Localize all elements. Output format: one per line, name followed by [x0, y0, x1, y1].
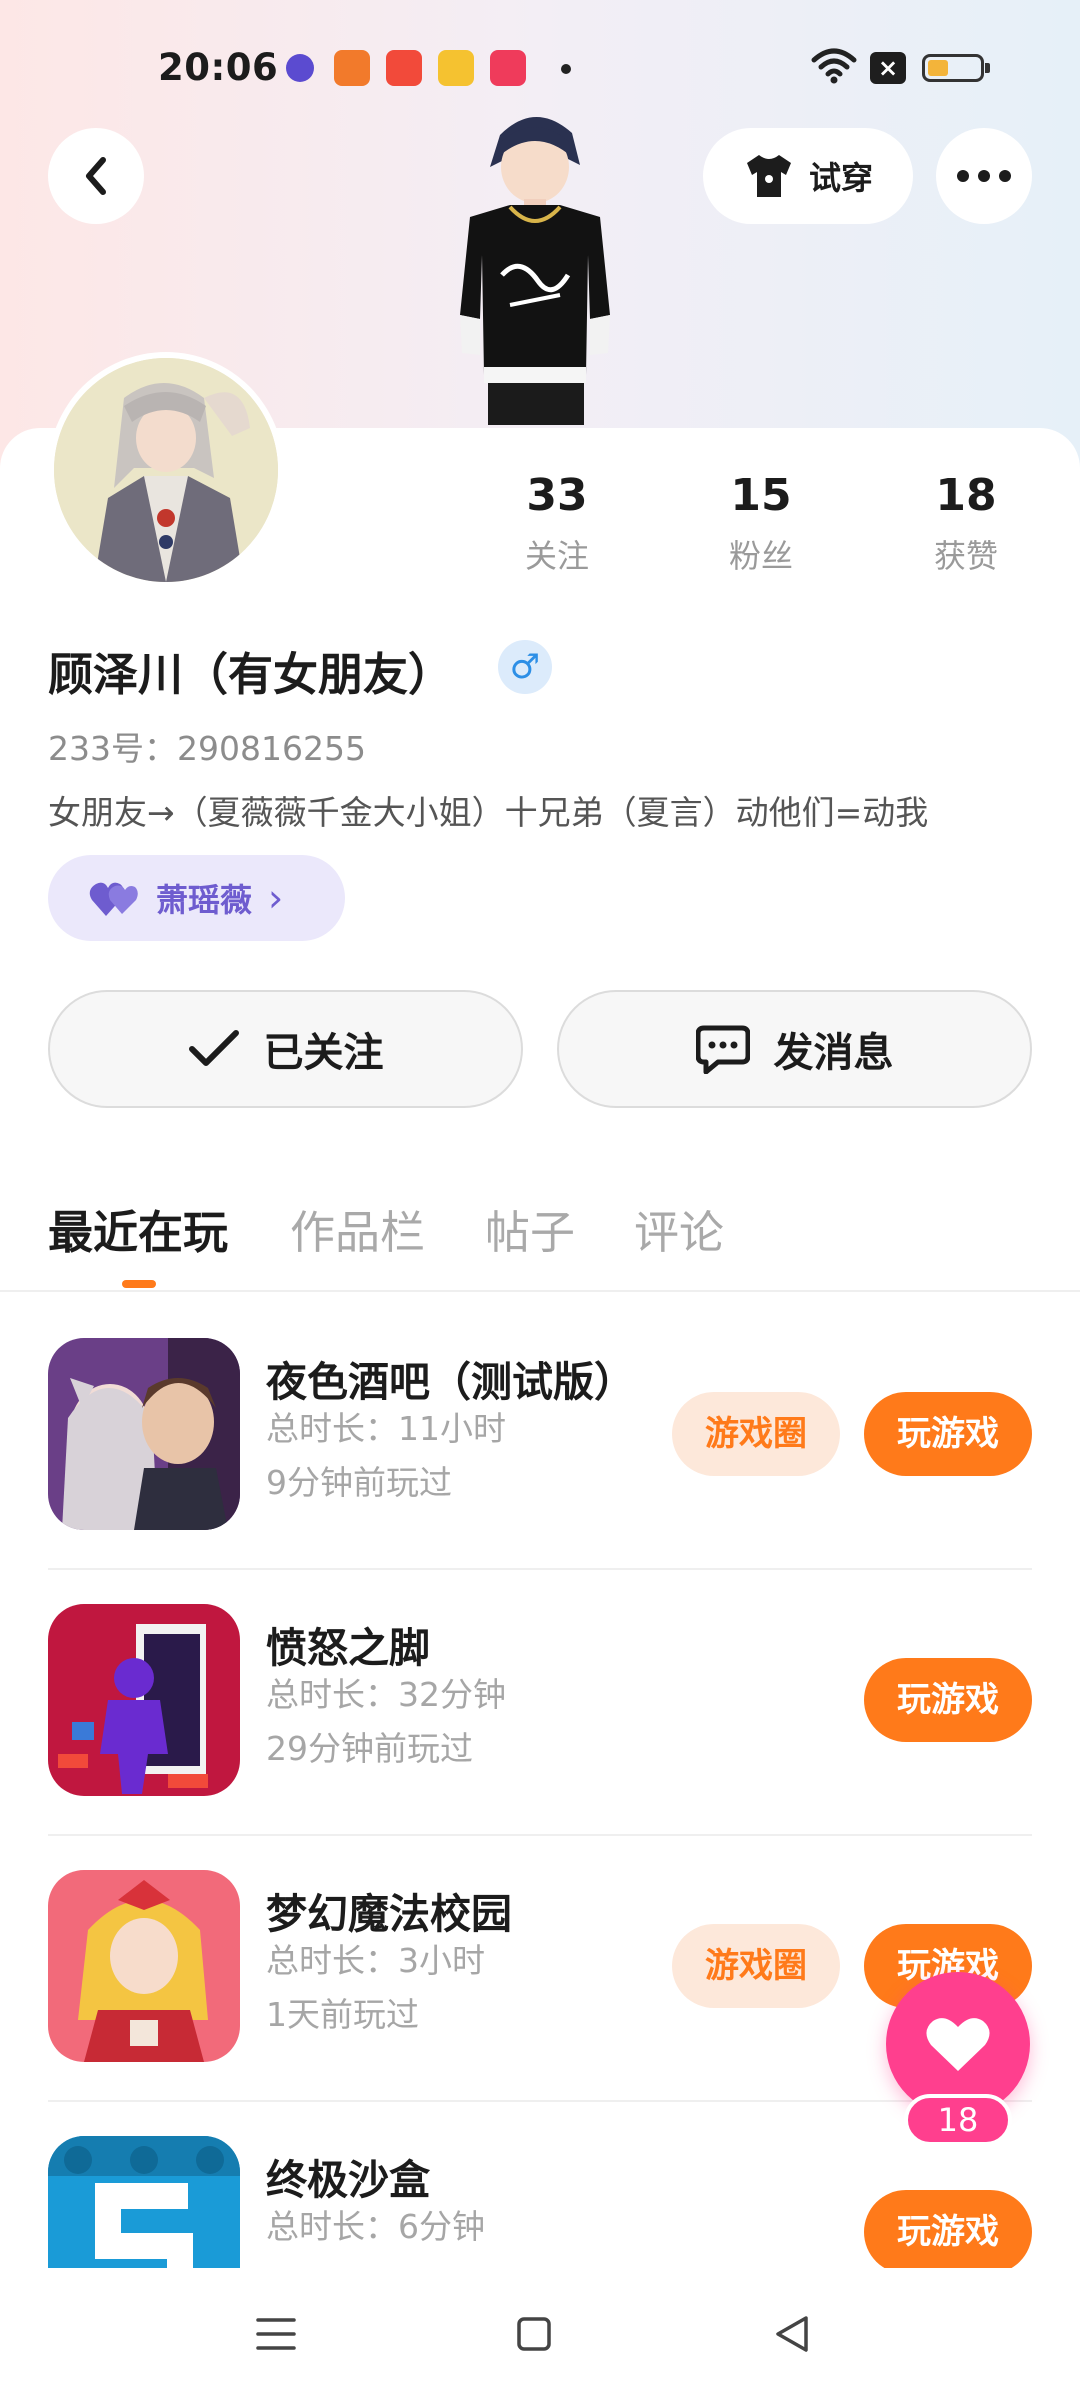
profile-avatar[interactable]: [48, 352, 284, 588]
tab-divider: [0, 1290, 1080, 1292]
stat-fans-count: 15: [730, 470, 792, 521]
game-row[interactable]: 终极沙盒 总时长：6分钟 玩游戏: [48, 2136, 1032, 2268]
back-button[interactable]: [48, 128, 144, 224]
stat-following[interactable]: 33 关注: [477, 470, 637, 577]
tab-works[interactable]: 作品栏: [290, 1196, 425, 1261]
game-last-played: 1天前玩过: [266, 1995, 419, 2034]
heart-icon: [926, 2018, 990, 2071]
stat-following-label: 关注: [524, 537, 589, 575]
system-back-button[interactable]: [764, 2306, 820, 2362]
game-icon-night-bar[interactable]: [48, 1338, 240, 1530]
cp-partner-badge[interactable]: 萧瑶薇 ›: [48, 855, 345, 941]
more-dots-icon: [957, 170, 1011, 182]
male-gender-icon: ♂: [498, 640, 552, 694]
profile-bio: 女朋友→（夏薇薇千金大小姐）十兄弟（夏言）动他们=动我: [48, 793, 929, 832]
square-home-icon: [517, 2317, 551, 2351]
tshirt-icon: [746, 155, 791, 197]
game-row[interactable]: 梦幻魔法校园 总时长：3小时 1天前玩过 游戏圈 玩游戏: [48, 1870, 1032, 2136]
chat-bubble-icon: [695, 1025, 750, 1074]
followed-label: 已关注: [263, 1030, 384, 1076]
notification-dot-icon: [561, 64, 571, 74]
reader-app-icon: [438, 50, 474, 86]
list-divider: [48, 2100, 1032, 2102]
game-circle-button[interactable]: 游戏圈: [672, 1924, 840, 2008]
triangle-back-icon: [776, 2316, 808, 2352]
game-title: 终极沙盒: [266, 2156, 430, 2204]
chevron-left-icon: [86, 157, 106, 195]
game-title: 愤怒之脚: [266, 1624, 430, 1672]
game-duration: 总时长：6分钟: [266, 2207, 485, 2246]
game-circle-button[interactable]: 游戏圈: [672, 1392, 840, 1476]
play-game-button[interactable]: 玩游戏: [864, 2190, 1032, 2268]
game-duration: 总时长：32分钟: [266, 1675, 506, 1714]
try-on-button[interactable]: 试穿: [703, 128, 913, 224]
game-icon-ultimate-sandbox[interactable]: [48, 2136, 240, 2268]
stat-likes-label: 获赞: [933, 537, 998, 575]
game-duration: 总时长：11小时: [266, 1409, 506, 1448]
chevron-right-icon: ›: [268, 876, 284, 920]
profile-uid: 233号：290816255: [48, 729, 366, 768]
game-title: 梦幻魔法校园: [266, 1890, 512, 1938]
list-divider: [48, 1568, 1032, 1570]
tab-comments[interactable]: 评论: [634, 1196, 724, 1261]
followed-button[interactable]: 已关注: [48, 990, 523, 1108]
game-duration: 总时长：3小时: [266, 1941, 485, 1980]
sim-off-icon: ×: [870, 52, 906, 84]
system-nav-bar: [0, 2268, 1080, 2400]
game-icon-magic-school[interactable]: [48, 1870, 240, 2062]
stat-likes[interactable]: 18 获赞: [886, 470, 1046, 577]
game-row[interactable]: 愤怒之脚 总时长：32分钟 29分钟前玩过 玩游戏: [48, 1604, 1032, 1870]
menu-lines-icon: [256, 2318, 296, 2350]
play-app-icon: [490, 50, 526, 86]
like-count-badge: 18: [904, 2094, 1012, 2146]
browser-app-icon: [286, 54, 314, 82]
tab-posts[interactable]: 帖子: [485, 1196, 575, 1261]
stat-following-count: 33: [526, 470, 588, 521]
stat-likes-count: 18: [935, 470, 997, 521]
home-button[interactable]: [506, 2306, 562, 2362]
play-game-button[interactable]: 玩游戏: [864, 1658, 1032, 1742]
battery-icon: [922, 54, 990, 82]
game-last-played: 29分钟前玩过: [266, 1729, 473, 1768]
play-game-button[interactable]: 玩游戏: [864, 1392, 1032, 1476]
music-app-icon: [386, 50, 422, 86]
stat-fans-label: 粉丝: [728, 537, 793, 575]
check-icon: [188, 1030, 239, 1066]
cp-partner-name: 萧瑶薇: [156, 881, 253, 919]
send-message-label: 发消息: [773, 1030, 894, 1076]
character-avatar-figure: [460, 116, 610, 425]
game-last-played: 9分钟前玩过: [266, 1463, 452, 1502]
profile-name: 顾泽川（有女朋友）: [48, 648, 454, 701]
tab-recently-played[interactable]: 最近在玩: [48, 1196, 228, 1261]
game-title: 夜色酒吧（测试版）: [266, 1358, 635, 1406]
stat-fans[interactable]: 15 粉丝: [681, 470, 841, 577]
double-heart-icon: [89, 882, 138, 916]
send-message-button[interactable]: 发消息: [557, 990, 1032, 1108]
try-on-label: 试穿: [808, 159, 873, 197]
game-row[interactable]: 夜色酒吧（测试版） 总时长：11小时 9分钟前玩过 游戏圈 玩游戏: [48, 1338, 1032, 1604]
wifi-icon: [811, 48, 857, 84]
recent-apps-button[interactable]: [248, 2306, 304, 2362]
status-time: 20:06: [158, 46, 279, 89]
avatar-character-image: [54, 358, 278, 582]
video-app-icon: [334, 50, 370, 86]
list-divider: [48, 1834, 1032, 1836]
more-button[interactable]: [936, 128, 1032, 224]
tab-active-indicator: [122, 1280, 156, 1288]
game-icon-angry-foot[interactable]: [48, 1604, 240, 1796]
